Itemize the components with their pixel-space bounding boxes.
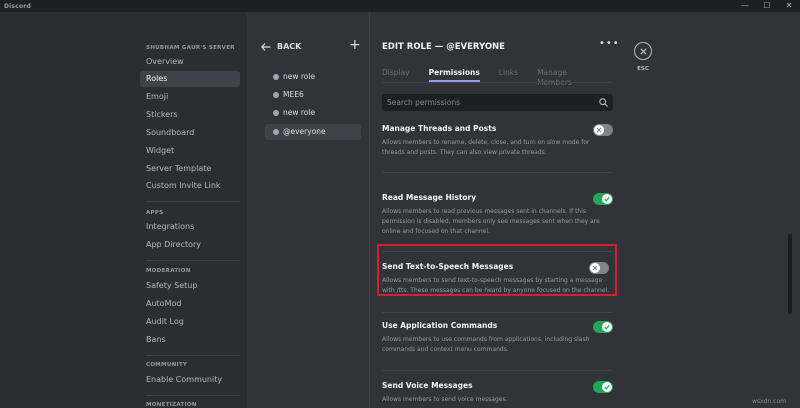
close-settings-button[interactable] [634, 42, 652, 60]
permission-row: Read Message History Allows members to r… [382, 193, 613, 252]
sidebar-item-safety-setup[interactable]: Safety Setup [140, 278, 240, 294]
search-placeholder: Search permissions [387, 98, 461, 107]
toggle-knob [602, 322, 612, 332]
search-permissions-input[interactable]: Search permissions [382, 94, 613, 111]
tabs-divider [382, 82, 613, 83]
permission-divider [382, 370, 613, 371]
permission-toggle[interactable] [593, 124, 613, 136]
sidebar-item-soundboard[interactable]: Soundboard [140, 125, 240, 141]
sidebar-item-automod[interactable]: AutoMod [140, 296, 240, 312]
permission-divider [382, 312, 613, 313]
permission-title: Read Message History [382, 193, 477, 202]
more-options-icon[interactable]: ••• [599, 38, 620, 49]
title-bar: Discord — ☐ ✕ [0, 0, 800, 12]
toggle-knob [602, 194, 612, 204]
roles-panel: BACK + new role MEE6 new role @everyone [247, 12, 370, 408]
sidebar-divider [146, 395, 240, 396]
sidebar-item-enable-community[interactable]: Enable Community [140, 372, 240, 388]
permission-description: Allows members to read previous messages… [382, 208, 600, 235]
permission-divider [382, 172, 613, 173]
toggle-knob [602, 382, 612, 392]
sidebar-divider [146, 201, 240, 202]
role-item-everyone[interactable]: @everyone [265, 124, 361, 140]
community-section-header: COMMUNITY [146, 362, 188, 368]
permission-description: Allows members to send voice messages. [382, 396, 508, 403]
edit-role-panel: EDIT ROLE — @EVERYONE ••• Display Permis… [371, 12, 620, 408]
esc-label: ESC [637, 66, 649, 72]
tab-permissions[interactable]: Permissions [428, 68, 480, 82]
permission-description: Allows members to rename, delete, close,… [382, 139, 590, 156]
permission-title: Manage Threads and Posts [382, 124, 497, 133]
close-window-icon[interactable]: ✕ [778, 0, 800, 12]
sidebar-divider [146, 355, 240, 356]
sidebar-item-roles[interactable]: Roles [140, 71, 240, 87]
app-title: Discord [4, 2, 31, 10]
permission-toggle[interactable] [593, 193, 613, 205]
sidebar-item-server-template[interactable]: Server Template [140, 161, 240, 177]
role-name: new role [283, 108, 316, 117]
page-title: EDIT ROLE — @EVERYONE [382, 42, 505, 52]
sidebar-item-app-directory[interactable]: App Directory [140, 237, 240, 253]
role-color-icon [273, 74, 279, 80]
permission-title: Send Voice Messages [382, 381, 473, 390]
close-area: ESC [620, 12, 800, 408]
role-name: new role [283, 72, 316, 81]
arrow-left-icon [261, 42, 271, 51]
sidebar-item-bans[interactable]: Bans [140, 332, 240, 348]
role-item[interactable]: MEE6 [265, 87, 361, 103]
back-label: BACK [277, 42, 302, 51]
role-name: @everyone [283, 127, 326, 136]
sidebar-item-stickers[interactable]: Stickers [140, 107, 240, 123]
permission-title: Use Application Commands [382, 321, 498, 330]
sidebar-item-widget[interactable]: Widget [140, 143, 240, 159]
x-icon [596, 127, 602, 133]
settings-sidebar: SHUBHAM GAUR'S SERVER Overview Roles Emo… [0, 12, 247, 408]
monetization-section-header: MONETIZATION [146, 402, 197, 408]
permission-toggle[interactable] [593, 381, 613, 393]
sidebar-item-custom-invite-link[interactable]: Custom Invite Link [140, 178, 240, 194]
search-icon [599, 98, 608, 107]
role-name: MEE6 [283, 90, 304, 99]
sidebar-item-integrations[interactable]: Integrations [140, 219, 240, 235]
role-item[interactable]: new role [265, 105, 361, 121]
minimize-icon[interactable]: — [734, 0, 756, 12]
server-section-header: SHUBHAM GAUR'S SERVER [146, 45, 235, 51]
tab-display[interactable]: Display [382, 68, 410, 82]
tab-manage-members[interactable]: Manage Members [537, 68, 601, 87]
apps-section-header: APPS [146, 210, 164, 216]
toggle-knob [594, 125, 604, 135]
role-color-icon [273, 129, 279, 135]
permission-toggle[interactable] [593, 321, 613, 333]
sidebar-divider [146, 260, 240, 261]
scrollbar-thumb[interactable] [788, 234, 792, 314]
tab-links[interactable]: Links [499, 68, 518, 82]
permission-description: Allows members to use commands from appl… [382, 336, 590, 353]
role-color-icon [273, 110, 279, 116]
watermark: wsxdn.com [752, 398, 786, 405]
permission-row: Send Voice Messages Allows members to se… [382, 381, 613, 405]
check-icon [604, 324, 610, 330]
sidebar-item-audit-log[interactable]: Audit Log [140, 314, 240, 330]
role-tabs: Display Permissions Links Manage Members [382, 68, 620, 87]
permission-row: Manage Threads and Posts Allows members … [382, 124, 613, 173]
close-icon [639, 47, 647, 55]
add-role-icon[interactable]: + [349, 38, 361, 52]
highlight-box [377, 244, 617, 296]
moderation-section-header: MODERATION [146, 268, 191, 274]
permission-row: Use Application Commands Allows members … [382, 321, 613, 371]
role-color-icon [273, 92, 279, 98]
check-icon [604, 196, 610, 202]
window-controls: — ☐ ✕ [734, 0, 800, 12]
sidebar-item-emoji[interactable]: Emoji [140, 89, 240, 105]
maximize-icon[interactable]: ☐ [756, 0, 778, 12]
role-item[interactable]: new role [265, 69, 361, 85]
check-icon [604, 384, 610, 390]
sidebar-item-overview[interactable]: Overview [140, 54, 240, 70]
back-button[interactable]: BACK [261, 42, 301, 51]
